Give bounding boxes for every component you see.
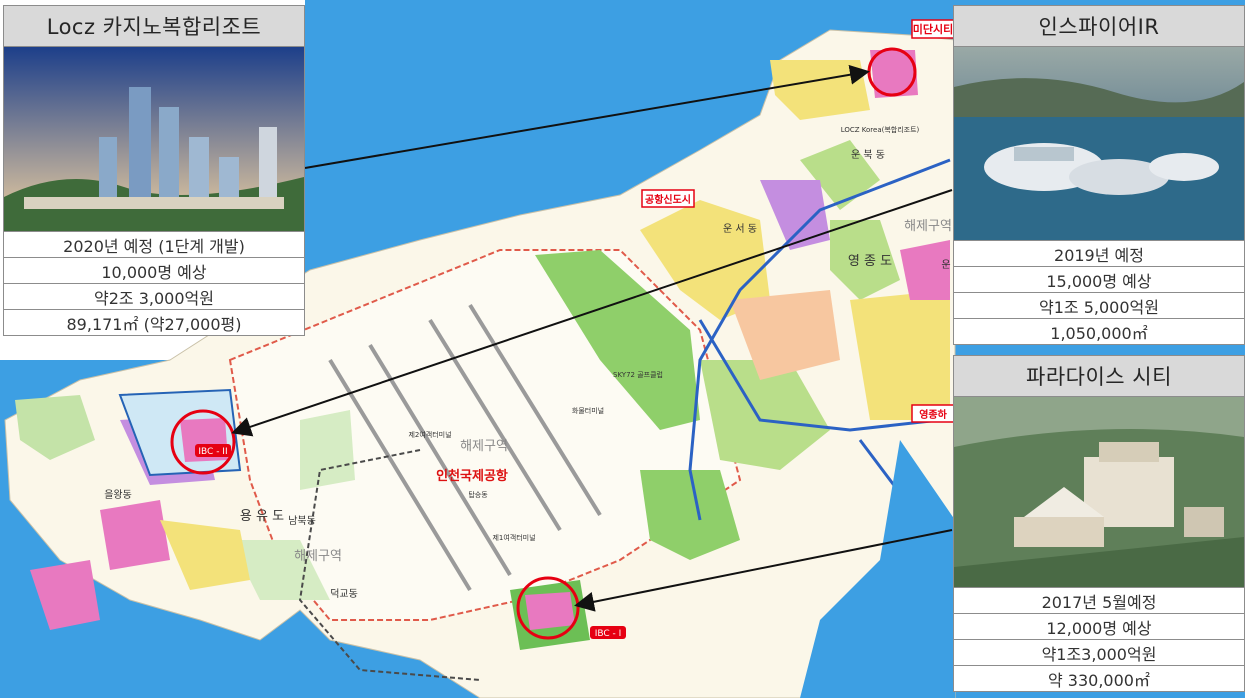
inspire-card-title: 인스파이어IR	[954, 6, 1244, 47]
inspire-resort-card: 인스파이어IR 2019년 예정 15,000명 예상 약1조 5,000억원 …	[953, 5, 1245, 345]
paradise-row-visitors: 12,000명 예상	[954, 614, 1244, 640]
airport-newcity-tag-label: 공항신도시	[645, 193, 691, 206]
yeongjong-tag-label: 영종하	[919, 408, 947, 421]
inspire-row-visitors: 15,000명 예상	[954, 267, 1244, 293]
unbuk-label: 운 북 동	[851, 149, 885, 161]
locz-card-title: Locz 카지노복합리조트	[4, 6, 304, 47]
eulwang-label: 을왕동	[104, 489, 132, 501]
terminal2-label: 제2여객터미널	[408, 430, 451, 439]
airport-label: 인천국제공항	[436, 468, 508, 484]
locz-resort-photo	[4, 47, 304, 232]
locz-row-area: 89,171㎡ (약27,000평)	[66, 314, 242, 334]
paradise-row-schedule: 2017년 5월예정	[954, 588, 1244, 614]
deokgyo-label: 덕교동	[330, 588, 358, 600]
inspire-row-schedule: 2019년 예정	[954, 241, 1244, 267]
haeje-south-label: 해제구역	[294, 549, 342, 564]
inspire-row-investment: 약1조 5,000억원	[954, 293, 1244, 319]
ibc1-core	[525, 592, 575, 630]
unseo-label: 운 서 동	[723, 223, 757, 235]
urban-zone	[100, 500, 170, 570]
paradise-card-title: 파라다이스 시티	[954, 356, 1244, 397]
yeongjong-label: 영 종 도	[848, 254, 892, 269]
paradise-resort-photo	[954, 397, 1244, 588]
inspire-row-area: 1,050,000㎡	[1050, 323, 1148, 343]
paradise-row-investment: 약1조3,000억원	[954, 640, 1244, 666]
nambuk-label: 남북동	[288, 515, 316, 527]
locz-row-visitors: 10,000명 예상	[4, 258, 304, 284]
yongyu-label: 용 유 도	[240, 509, 284, 524]
midan-tag-label: 미단시티	[913, 22, 953, 36]
inspire-resort-photo	[954, 47, 1244, 241]
locz-resort-card: Locz 카지노복합리조트 2020년 예정 (1단계 개발) 10,000명 …	[3, 5, 305, 336]
tower-label: 탑승동	[468, 491, 488, 499]
ibc1-tag-label: IBC - I	[595, 629, 622, 639]
skyfz-label: SKY72 골프클럽	[613, 370, 663, 379]
terminal1-label: 제1여객터미널	[492, 533, 535, 542]
green-zone	[300, 410, 355, 490]
haeje-center-label: 해제구역	[460, 439, 508, 454]
haeje-ne-label: 해제구역	[904, 219, 952, 234]
paradise-row-area: 약 330,000㎡	[1048, 670, 1150, 690]
locz-row-investment: 약2조 3,000억원	[4, 284, 304, 310]
paradise-resort-card: 파라다이스 시티 2017년 5월예정 12,000명 예상 약1조3,000억…	[953, 355, 1245, 692]
locz-row-schedule: 2020년 예정 (1단계 개발)	[4, 232, 304, 258]
ibc2-tag-label: IBC - II	[198, 447, 227, 457]
locz-korea-label: LOCZ Korea(복합리조트)	[841, 125, 920, 134]
un-tag-label: 운	[941, 259, 950, 271]
cargo-label: 화물터미널	[572, 406, 604, 415]
